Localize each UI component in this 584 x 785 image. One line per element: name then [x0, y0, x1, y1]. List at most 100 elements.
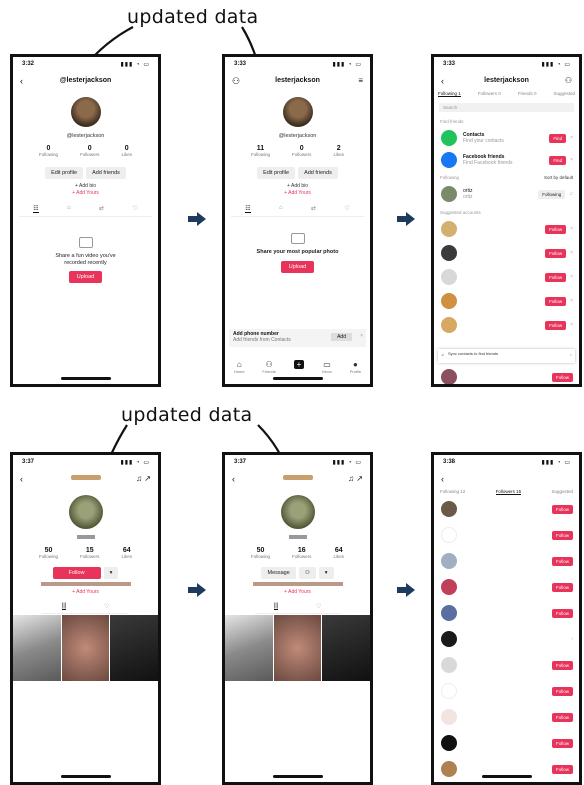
- follow-button[interactable]: Follow: [551, 504, 573, 514]
- bell-and-share-icons[interactable]: ♫ ↗: [136, 471, 151, 487]
- stat-followers[interactable]: 0 Followers: [292, 145, 311, 157]
- follow-button[interactable]: Follow: [545, 224, 567, 234]
- follow-button[interactable]: Follow: [545, 272, 567, 282]
- following-button[interactable]: Following: [538, 189, 566, 199]
- tab-videos[interactable]: ☷: [33, 205, 39, 213]
- close-icon[interactable]: ×: [570, 322, 573, 328]
- follow-button[interactable]: Follow: [551, 764, 573, 774]
- add-yours-link[interactable]: + Add Yours: [225, 190, 370, 197]
- list-item[interactable]: ›: [441, 629, 573, 649]
- add-friends-button[interactable]: Add friends: [86, 167, 126, 179]
- find-button[interactable]: Find: [549, 155, 567, 165]
- stat-following[interactable]: 50 Following: [251, 547, 270, 559]
- video-thumbnail[interactable]: [322, 615, 370, 681]
- list-item[interactable]: ortiz ortiz Following ♫: [441, 184, 573, 204]
- nav-inbox[interactable]: ▭ Inbox: [322, 360, 332, 374]
- tab-suggested[interactable]: Suggested: [551, 489, 573, 495]
- follow-button[interactable]: Follow: [545, 248, 567, 258]
- stat-following[interactable]: 0 Following: [39, 145, 58, 157]
- close-icon[interactable]: ×: [570, 298, 573, 304]
- avatar[interactable]: [70, 97, 101, 127]
- tab-videos[interactable]: |||: [61, 603, 67, 610]
- stat-likes[interactable]: 2 Likes: [333, 145, 344, 157]
- list-item[interactable]: Contacts Find your contacts Find ×: [441, 128, 573, 148]
- list-item[interactable]: Follow ×: [441, 243, 573, 263]
- sort-dropdown[interactable]: Sort by default: [544, 175, 573, 180]
- bell-and-share-icons[interactable]: ♫ ↗: [348, 471, 363, 487]
- stat-likes[interactable]: 64 Likes: [333, 547, 344, 559]
- list-item[interactable]: Follow: [441, 603, 573, 623]
- close-icon[interactable]: ×: [570, 352, 572, 357]
- close-icon[interactable]: ×: [570, 226, 573, 232]
- tab-private[interactable]: ⌂: [279, 205, 283, 213]
- list-item[interactable]: Follow: [441, 525, 573, 545]
- stat-followers[interactable]: 0 Followers: [80, 145, 99, 157]
- list-item[interactable]: Follow ×: [441, 315, 573, 335]
- more-dropdown[interactable]: ▾: [103, 567, 119, 579]
- nav-create-button[interactable]: +: [293, 360, 305, 374]
- avatar[interactable]: [280, 495, 315, 529]
- tab-friends[interactable]: Friends 0: [518, 91, 537, 97]
- add-bio-link[interactable]: + Add bio: [225, 183, 370, 190]
- video-thumbnail[interactable]: [13, 615, 61, 681]
- tab-liked[interactable]: ♡: [132, 205, 137, 213]
- upload-button[interactable]: Upload: [68, 271, 103, 283]
- close-icon[interactable]: ×: [570, 157, 573, 163]
- list-item[interactable]: Facebook friends Find Facebook friends Fi…: [441, 150, 573, 170]
- close-icon[interactable]: ×: [570, 135, 573, 141]
- stat-followers[interactable]: 15 Followers: [80, 547, 99, 559]
- back-icon[interactable]: ‹: [441, 471, 444, 487]
- stat-following[interactable]: 11 Following: [251, 145, 270, 157]
- following-icon-button[interactable]: ⚇: [298, 567, 316, 579]
- message-button[interactable]: Message: [261, 567, 296, 579]
- follow-button[interactable]: Follow: [551, 556, 573, 566]
- list-item[interactable]: Follow: [441, 499, 573, 519]
- tab-videos[interactable]: |||: [273, 603, 279, 610]
- tab-suggested[interactable]: Suggested: [553, 91, 575, 97]
- tab-liked[interactable]: ♡: [104, 603, 109, 610]
- video-thumbnail[interactable]: [273, 615, 322, 681]
- follow-button[interactable]: Follow: [551, 608, 573, 618]
- video-thumbnail[interactable]: [110, 615, 158, 681]
- avatar[interactable]: [68, 495, 103, 529]
- follow-button[interactable]: Follow: [551, 686, 573, 696]
- video-thumbnail[interactable]: [61, 615, 110, 681]
- stat-following[interactable]: 50 Following: [39, 547, 58, 559]
- back-icon[interactable]: ‹: [441, 73, 444, 89]
- stat-followers[interactable]: 16 Followers: [292, 547, 311, 559]
- bell-icon[interactable]: ♫: [569, 191, 573, 197]
- tab-followers[interactable]: Followers 0: [478, 91, 501, 97]
- list-item[interactable]: Follow: [441, 733, 573, 753]
- more-icon[interactable]: ›: [571, 636, 573, 642]
- tab-following[interactable]: Following 12: [440, 489, 465, 495]
- add-user-icon[interactable]: ⚇: [565, 73, 572, 89]
- follow-button[interactable]: Follow: [551, 582, 573, 592]
- tab-private[interactable]: ⌂: [67, 205, 71, 213]
- nav-profile[interactable]: ● Profile: [350, 360, 361, 374]
- follow-button[interactable]: Follow: [551, 530, 573, 540]
- tab-liked[interactable]: ♡: [344, 205, 349, 213]
- follow-button[interactable]: Follow: [551, 372, 573, 382]
- add-friends-button[interactable]: Add friends: [298, 167, 338, 179]
- nav-home[interactable]: ⌂ Home: [234, 360, 245, 374]
- video-thumbnail[interactable]: [225, 615, 273, 681]
- tab-followers[interactable]: Followers 16: [495, 489, 522, 495]
- add-user-icon[interactable]: ⚇: [232, 73, 240, 89]
- more-dropdown[interactable]: ▾: [318, 567, 334, 579]
- tab-reposts[interactable]: ⇄: [311, 205, 316, 213]
- upload-button[interactable]: Upload: [280, 261, 315, 273]
- stat-likes[interactable]: 64 Likes: [121, 547, 132, 559]
- edit-profile-button[interactable]: Edit profile: [45, 167, 84, 179]
- list-item[interactable]: Follow: [441, 655, 573, 675]
- back-icon[interactable]: ‹: [232, 471, 235, 487]
- menu-icon[interactable]: ≡: [358, 73, 363, 89]
- list-item[interactable]: Follow ×: [441, 291, 573, 311]
- list-item[interactable]: Follow: [441, 367, 573, 384]
- stat-likes[interactable]: 0 Likes: [121, 145, 132, 157]
- nav-friends[interactable]: ⚇ Friends: [262, 360, 275, 374]
- add-bio-link[interactable]: + Add bio: [13, 183, 158, 190]
- follow-button[interactable]: Follow: [545, 296, 567, 306]
- add-yours-link[interactable]: + Add Yours: [225, 589, 370, 596]
- back-icon[interactable]: ‹: [20, 73, 23, 89]
- list-item[interactable]: Follow: [441, 551, 573, 571]
